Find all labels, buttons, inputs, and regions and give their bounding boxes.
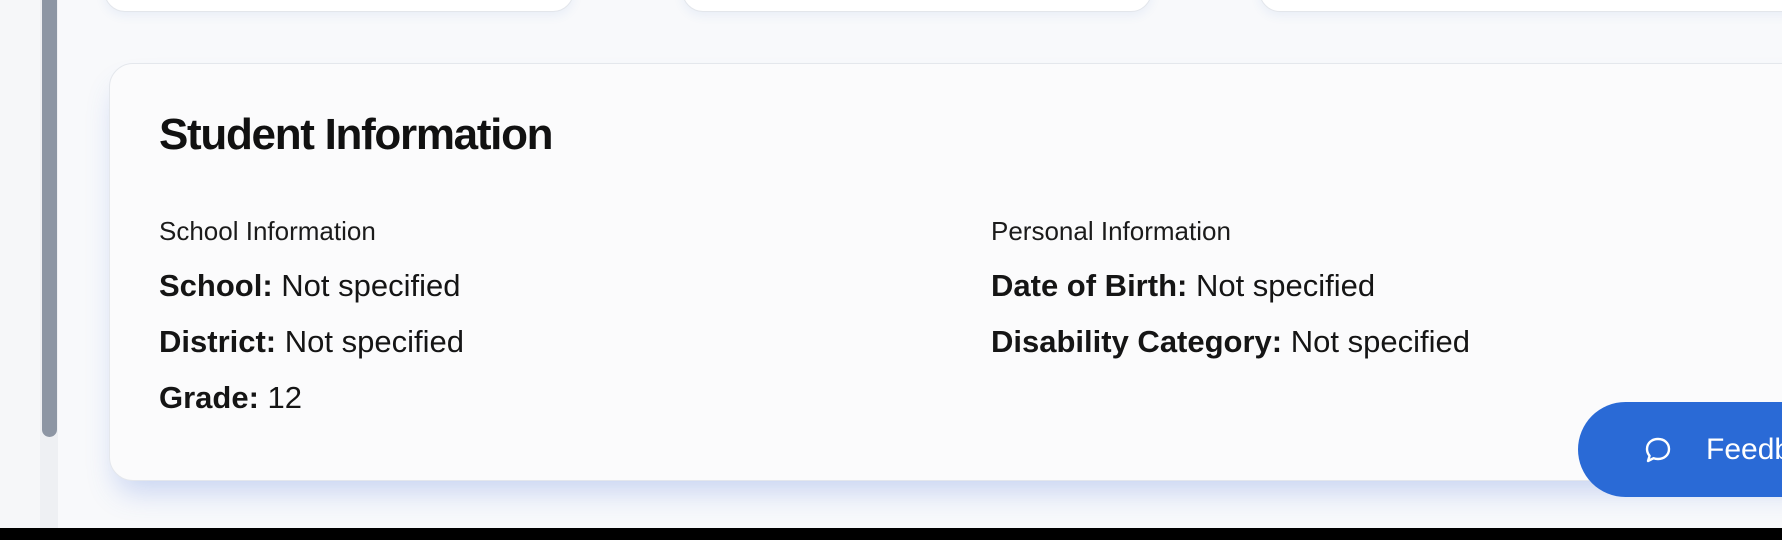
field-label: Grade:: [159, 380, 259, 415]
field-label: School:: [159, 268, 273, 303]
field-value: 12: [267, 380, 303, 415]
personal-information-heading: Personal Information: [991, 216, 1231, 246]
school-information-section: School Information School: Not specified…: [159, 216, 464, 415]
date-of-birth-field: Date of Birth: Not specified: [991, 268, 1470, 303]
chat-bubble-icon: [1643, 435, 1673, 465]
field-label: Date of Birth:: [991, 268, 1188, 303]
app-viewport: Student Information School Information S…: [0, 0, 1782, 528]
student-information-card: Student Information School Information S…: [109, 63, 1782, 481]
school-information-heading: School Information: [159, 216, 376, 246]
summary-card: [1259, 0, 1782, 12]
summary-card: [682, 0, 1152, 12]
field-value: Not specified: [1290, 324, 1470, 359]
field-value: Not specified: [281, 268, 461, 303]
grade-field: Grade: 12: [159, 380, 464, 415]
feedback-label: Feedback: [1706, 432, 1782, 466]
feedback-button[interactable]: Feedback: [1578, 402, 1782, 497]
personal-information-section: Personal Information Date of Birth: Not …: [991, 216, 1470, 359]
field-value: Not specified: [1195, 268, 1376, 303]
scrollbar-thumb[interactable]: [42, 0, 57, 437]
field-label: District:: [159, 324, 277, 359]
summary-card: [104, 0, 574, 12]
district-field: District: Not specified: [159, 324, 464, 359]
main-content: Student Information School Information S…: [59, 0, 1782, 528]
disability-category-field: Disability Category: Not specified: [991, 324, 1470, 359]
bottom-edge: [0, 528, 1782, 540]
school-field: School: Not specified: [159, 268, 464, 303]
field-label: Disability Category:: [991, 324, 1283, 359]
field-value: Not specified: [284, 324, 464, 359]
card-title: Student Information: [159, 110, 554, 159]
